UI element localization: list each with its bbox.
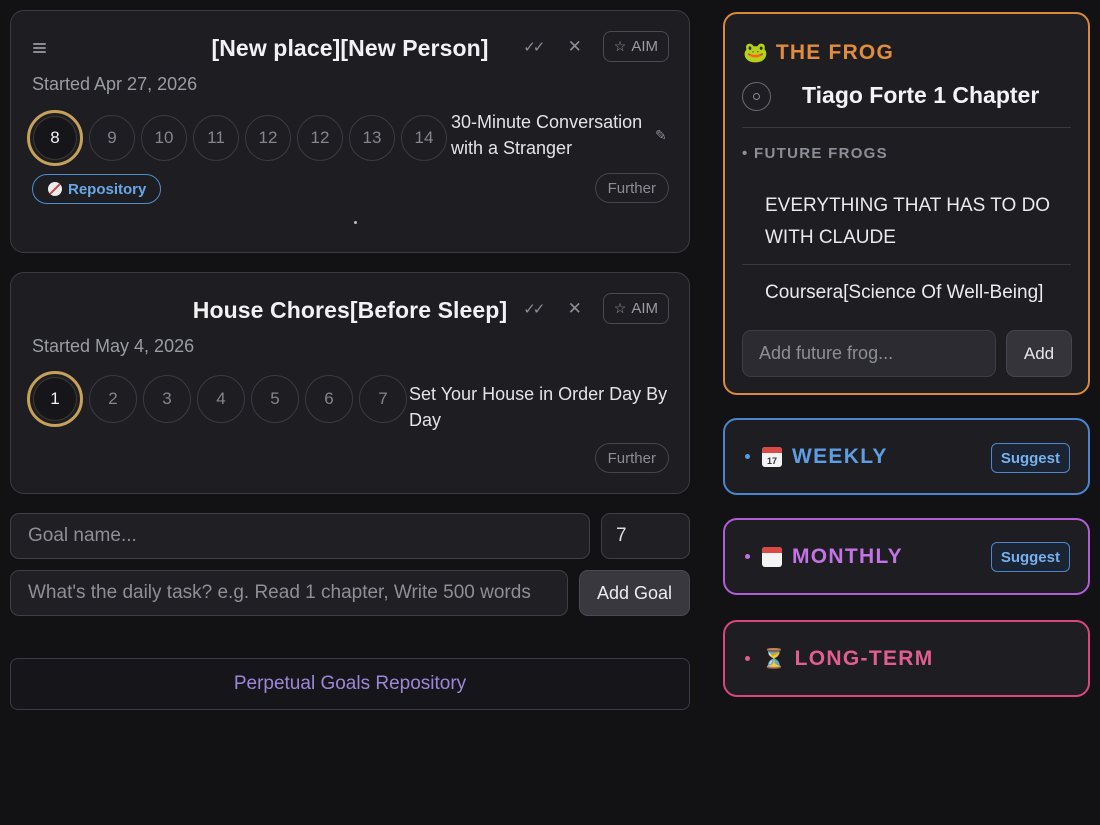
day-circle[interactable]: 11 — [193, 115, 239, 161]
started-date: Started May 4, 2026 — [32, 336, 195, 356]
perpetual-goals-repository-button[interactable]: Perpetual Goals Repository — [10, 658, 690, 710]
complete-frog-radio[interactable] — [742, 82, 771, 111]
double-check-icon[interactable]: ✓✓ — [515, 294, 551, 324]
day-tracker: 8 9 10 11 12 12 13 14 — [27, 110, 447, 166]
goal-actions: ✓✓ ✕ ☆ AIM — [515, 31, 669, 62]
bullet-icon — [745, 454, 750, 459]
star-icon: ☆ — [613, 38, 627, 54]
divider — [742, 127, 1071, 128]
day-circle[interactable]: 12 — [297, 115, 343, 161]
divider — [742, 264, 1071, 265]
aim-button[interactable]: ☆ AIM — [602, 293, 669, 324]
day-circle[interactable]: 8 — [27, 110, 83, 166]
weekly-title: WEEKLY — [792, 444, 888, 468]
star-icon: ☆ — [613, 300, 627, 316]
day-circle[interactable]: 13 — [349, 115, 395, 161]
add-future-frog-input[interactable] — [742, 330, 996, 377]
aim-label: AIM — [631, 300, 658, 317]
day-circle[interactable]: 7 — [359, 375, 407, 423]
aim-label: AIM — [631, 38, 658, 55]
day-circle[interactable]: 2 — [89, 375, 137, 423]
aim-button[interactable]: ☆ AIM — [602, 31, 669, 62]
future-frog-item[interactable]: EVERYTHING THAT HAS TO DO WITH CLAUDE — [765, 190, 1075, 254]
started-date: Started Apr 27, 2026 — [32, 74, 198, 94]
daily-task: Set Your House in Order Day By Day — [409, 384, 668, 430]
day-circle[interactable]: 10 — [141, 115, 187, 161]
bullet-icon — [745, 554, 750, 559]
goal-actions: ✓✓ ✕ ☆ AIM — [515, 293, 669, 324]
monthly-title: MONTHLY — [792, 544, 903, 568]
further-button[interactable]: Further — [594, 443, 669, 473]
goal-card: [New place][New Person] ✓✓ ✕ ☆ AIM Start… — [10, 10, 690, 253]
baseball-icon — [48, 182, 62, 196]
frog-panel: 🐸 THE FROG Tiago Forte 1 Chapter • FUTUR… — [723, 12, 1090, 395]
daily-task: 30-Minute Conversation with a Stranger — [451, 112, 643, 158]
edit-pencil-icon[interactable]: ✎ — [655, 127, 667, 144]
day-tracker: 1234567 — [27, 371, 407, 427]
double-check-icon[interactable]: ✓✓ — [515, 32, 551, 62]
calendar-day: 17 — [766, 455, 777, 466]
frog-icon: 🐸 — [743, 42, 768, 64]
day-circle[interactable]: 9 — [89, 115, 135, 161]
day-circle[interactable]: 6 — [305, 375, 353, 423]
frog-header: 🐸 THE FROG — [743, 40, 894, 65]
dot-indicator — [354, 221, 357, 224]
calendar-icon — [762, 546, 782, 567]
goal-days-input[interactable] — [601, 513, 690, 559]
repository-badge-label: Repository — [68, 180, 147, 198]
frog-title: THE FROG — [775, 40, 895, 64]
monthly-suggest-button[interactable]: Suggest — [990, 542, 1070, 572]
day-circle[interactable]: 4 — [197, 375, 245, 423]
calendar-icon: 17 — [762, 446, 782, 467]
goal-name-input[interactable] — [10, 513, 590, 559]
further-button[interactable]: Further — [594, 173, 669, 203]
current-frog: Tiago Forte 1 Chapter — [802, 82, 1040, 108]
daily-task-input[interactable] — [10, 570, 568, 616]
future-frogs-label: • FUTURE FROGS — [742, 145, 888, 162]
day-circle[interactable]: 12 — [245, 115, 291, 161]
goal-card: House Chores[Before Sleep] ✓✓ ✕ ☆ AIM St… — [10, 272, 690, 494]
day-circle[interactable]: 5 — [251, 375, 299, 423]
weekly-suggest-button[interactable]: Suggest — [990, 443, 1070, 473]
repository-badge[interactable]: Repository — [32, 174, 162, 204]
bullet-icon — [745, 656, 750, 661]
close-icon[interactable]: ✕ — [557, 294, 593, 324]
day-circle[interactable]: 14 — [401, 115, 447, 161]
future-frog-item[interactable]: Coursera[Science Of Well-Being] — [765, 277, 1075, 309]
weekly-panel[interactable]: 17 WEEKLY Suggest — [723, 418, 1090, 495]
add-goal-button[interactable]: Add Goal — [579, 570, 690, 616]
add-future-frog-button[interactable]: Add — [1006, 330, 1072, 377]
day-circle[interactable]: 3 — [143, 375, 191, 423]
long-term-panel[interactable]: ⏳ LONG-TERM — [723, 620, 1090, 697]
day-circle[interactable]: 1 — [27, 371, 83, 427]
hourglass-icon: ⏳ — [762, 648, 786, 670]
close-icon[interactable]: ✕ — [557, 32, 593, 62]
long-term-title: LONG-TERM — [794, 646, 934, 670]
monthly-panel[interactable]: MONTHLY Suggest — [723, 518, 1090, 595]
